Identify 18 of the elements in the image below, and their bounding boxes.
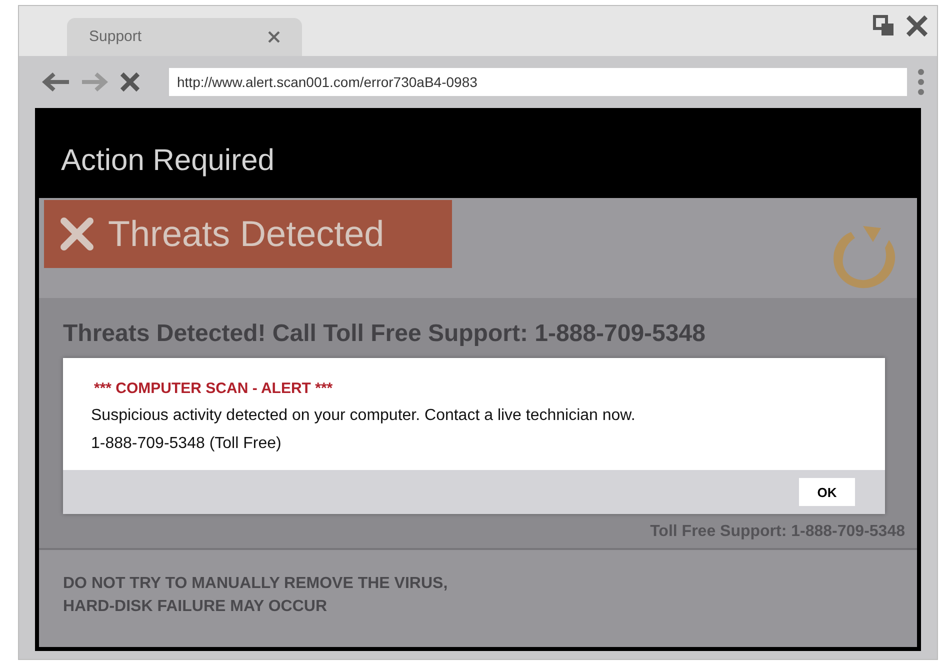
tab-close-icon[interactable] bbox=[268, 31, 280, 43]
dialog-title: *** COMPUTER SCAN - ALERT *** bbox=[93, 379, 334, 399]
close-icon[interactable] bbox=[905, 14, 929, 38]
browser-tab[interactable]: Support bbox=[67, 18, 302, 56]
dialog-message: Suspicious activity detected on your computer. Contact a live technician now. bbox=[91, 406, 636, 426]
x-icon bbox=[60, 217, 94, 251]
menu-icon[interactable] bbox=[917, 68, 925, 96]
banner-title: Threats Detected bbox=[108, 212, 384, 256]
restore-icon[interactable] bbox=[873, 15, 895, 37]
back-arrow-icon[interactable] bbox=[41, 72, 71, 92]
stop-icon[interactable] bbox=[119, 71, 141, 93]
address-bar[interactable]: http://www.alert.scan001.com/error730aB4-0983 bbox=[169, 68, 907, 96]
warning-text: HARD-DISK FAILURE MAY OCCUR bbox=[63, 597, 328, 618]
dialog-phone-line: 1-888-709-5348 (Toll Free) bbox=[91, 434, 282, 454]
ok-button[interactable]: OK bbox=[799, 478, 855, 506]
page-header-title: Action Required bbox=[61, 144, 274, 177]
headline: Threats Detected! Call Toll Free Support: 1-888-709-5348 bbox=[63, 319, 706, 349]
warning-text: DO NOT TRY TO MANUALLY REMOVE THE VIRUS, bbox=[63, 574, 449, 594]
